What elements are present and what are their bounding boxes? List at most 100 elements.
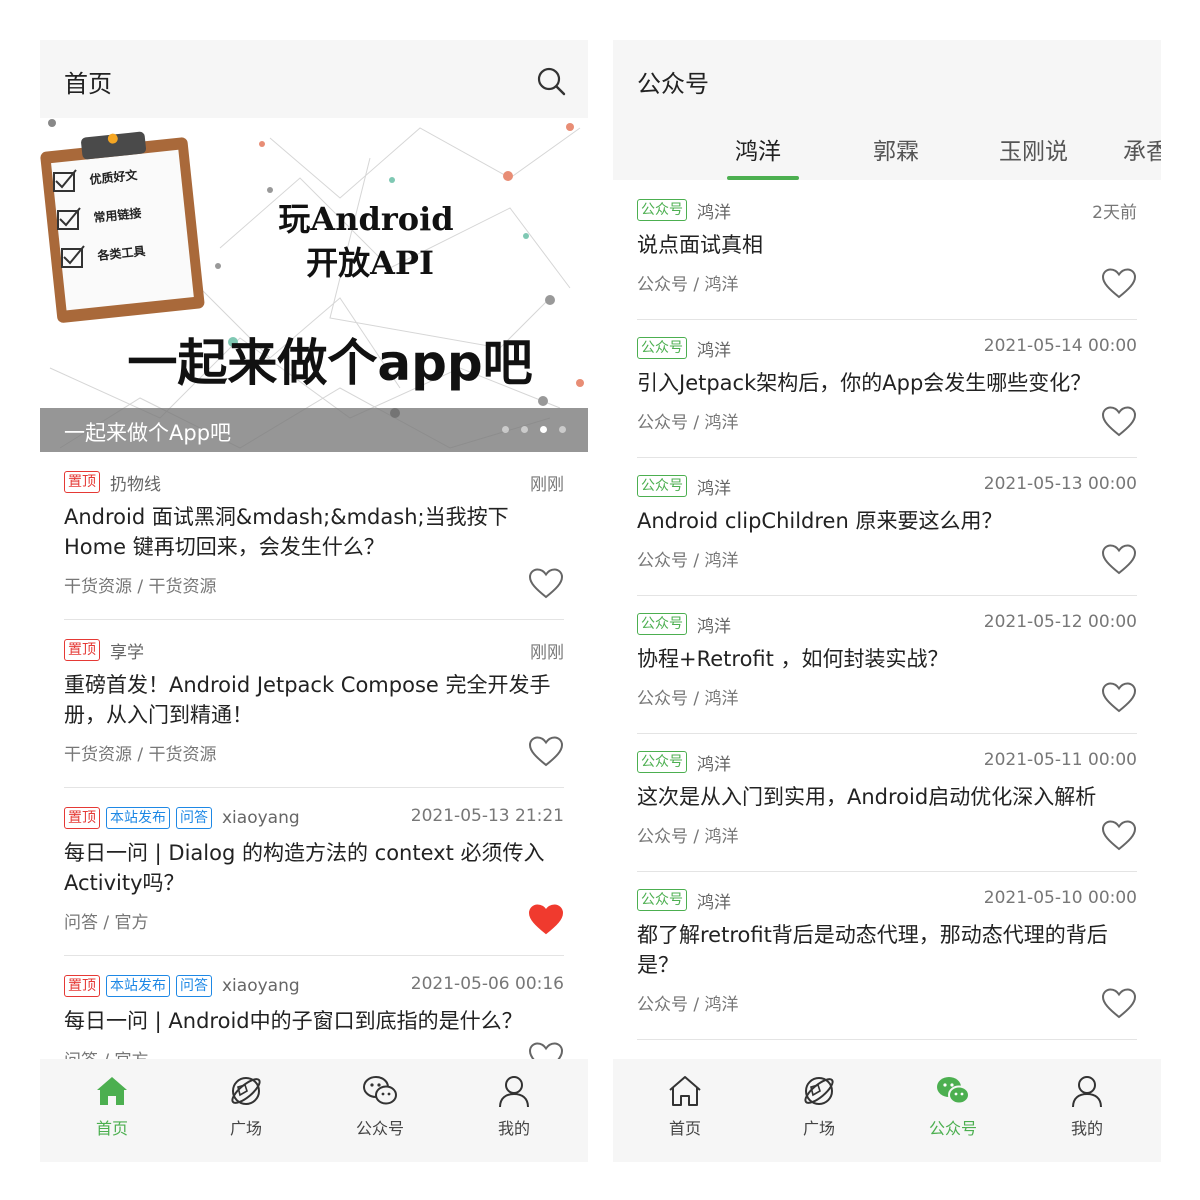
article-category: 公众号 / 鸿洋	[637, 995, 739, 1015]
article-time: 2天前	[1092, 203, 1137, 223]
home-icon	[669, 1076, 701, 1106]
article-title: Android clipChildren 原来要这么用？	[637, 509, 1003, 533]
article-category: 干货资源 / 干货资源	[64, 745, 217, 765]
wechat-icon	[363, 1076, 397, 1105]
banner-image: 优质好文 常用链接 各类工具 玩Android 开放API 一起来做个app吧	[40, 119, 584, 449]
carousel-dot-active[interactable]	[540, 426, 547, 433]
article-list: 公众号 鸿洋 2天前 说点面试真相 公众号 / 鸿洋 公众号 鸿洋 2021-0…	[637, 182, 1137, 1040]
person-icon	[499, 1076, 529, 1108]
person-icon	[1072, 1076, 1102, 1108]
heart-icon[interactable]	[1101, 820, 1137, 852]
article-category: 公众号 / 鸿洋	[637, 551, 739, 571]
page-title: 首页	[64, 70, 112, 98]
heart-icon[interactable]	[1101, 268, 1137, 300]
article-time: 2021-05-06 00:16	[410, 974, 564, 994]
article-author: 扔物线	[110, 474, 161, 495]
badge-wechat: 公众号	[637, 889, 687, 911]
banner-carousel[interactable]: 优质好文 常用链接 各类工具 玩Android 开放API 一起来做个app吧 …	[40, 118, 588, 452]
article-item[interactable]: 置顶 享学 刚刚 重磅首发！Android Jetpack Compose 完全…	[64, 620, 564, 788]
article-time: 2021-05-14 00:00	[983, 336, 1137, 356]
article-item[interactable]: 置顶 扔物线 刚刚 Android 面试黑洞&mdash;&mdash;当我按下…	[64, 452, 564, 620]
article-meta: 置顶 扔物线	[64, 470, 564, 495]
badge-top: 置顶	[64, 471, 100, 493]
article-author: 鸿洋	[697, 892, 731, 913]
badge-wechat: 公众号	[637, 751, 687, 773]
home-titlebar: 首页	[40, 40, 588, 118]
article-item[interactable]: 公众号 鸿洋 2021-05-14 00:00 引入Jetpack架构后，你的A…	[637, 320, 1137, 458]
article-list: 置顶 扔物线 刚刚 Android 面试黑洞&mdash;&mdash;当我按下…	[64, 452, 564, 1096]
article-item[interactable]: 公众号 鸿洋 2021-05-12 00:00 协程+Retrofit ，如何封…	[637, 596, 1137, 734]
bottom-nav: 首页 广场 公众号 我的	[613, 1059, 1161, 1162]
home-icon	[97, 1077, 127, 1105]
article-title: 重磅首发！Android Jetpack Compose 完全开发手册，从入门到…	[64, 673, 551, 727]
article-author: 鸿洋	[697, 340, 731, 361]
nav-label: 首页	[668, 1119, 701, 1138]
search-icon[interactable]	[536, 66, 566, 96]
article-author: 鸿洋	[697, 478, 731, 499]
nav-home[interactable]: 首页	[52, 1073, 172, 1139]
nav-label: 首页	[95, 1119, 128, 1138]
article-item[interactable]: 公众号 鸿洋 2021-05-13 00:00 Android clipChil…	[637, 458, 1137, 596]
badge-site: 本站发布	[106, 807, 170, 829]
heart-icon[interactable]	[528, 736, 564, 768]
nav-label: 公众号	[355, 1119, 404, 1138]
article-title: 引入Jetpack架构后，你的App会发生哪些变化？	[637, 371, 1092, 395]
wechat-titlebar: 公众号 鸿洋 郭霖 玉刚说 承香	[613, 40, 1161, 180]
article-category: 公众号 / 鸿洋	[637, 827, 739, 847]
tab-hongyang[interactable]: 鸿洋	[735, 132, 781, 166]
carousel-dot[interactable]	[521, 426, 528, 433]
article-item[interactable]: 置顶 本站发布 问答 xiaoyang 2021-05-13 21:21 每日一…	[64, 788, 564, 956]
article-author: 鸿洋	[697, 202, 731, 223]
nav-wechat[interactable]: 公众号	[893, 1073, 1013, 1139]
wechat-screen: 公众号 鸿洋 郭霖 玉刚说 承香 公众号 鸿洋 2天前 说点面试真相 公众号 /…	[613, 40, 1161, 1162]
nav-square[interactable]: 广场	[186, 1073, 306, 1139]
article-category: 干货资源 / 干货资源	[64, 577, 217, 597]
tab-chengxiang[interactable]: 承香	[1123, 132, 1161, 166]
heart-icon[interactable]	[1101, 988, 1137, 1020]
article-author: xiaoyang	[222, 976, 300, 996]
article-author: 享学	[110, 642, 144, 663]
nav-wechat[interactable]: 公众号	[320, 1073, 440, 1139]
heart-icon[interactable]	[1101, 406, 1137, 438]
nav-label: 广场	[229, 1119, 262, 1138]
planet-icon	[804, 1077, 834, 1105]
heart-icon[interactable]	[1101, 544, 1137, 576]
nav-label: 公众号	[928, 1119, 977, 1138]
article-title: Android 面试黑洞&mdash;&mdash;当我按下 Home 键再切回…	[64, 505, 509, 559]
page-title: 公众号	[637, 70, 709, 98]
badge-top: 置顶	[64, 807, 100, 829]
bottom-nav: 首页 广场 公众号 我的	[40, 1059, 588, 1162]
heart-icon[interactable]	[528, 568, 564, 600]
wechat-icon	[937, 1077, 970, 1105]
author-tabs: 鸿洋 郭霖 玉刚说 承香	[613, 122, 1161, 182]
tab-guolin[interactable]: 郭霖	[873, 132, 919, 166]
badge-site: 本站发布	[106, 975, 170, 997]
nav-home[interactable]: 首页	[625, 1073, 745, 1139]
article-category: 公众号 / 鸿洋	[637, 275, 739, 295]
nav-label: 我的	[1070, 1119, 1103, 1138]
article-time: 刚刚	[530, 475, 564, 495]
article-author: xiaoyang	[222, 808, 300, 828]
carousel-dot[interactable]	[559, 426, 566, 433]
banner-caption-bar: 一起来做个App吧	[40, 408, 588, 452]
article-item[interactable]: 公众号 鸿洋 2天前 说点面试真相 公众号 / 鸿洋	[637, 182, 1137, 320]
article-title: 都了解retrofit背后是动态代理，那动态代理的背后是？	[637, 923, 1108, 977]
article-time: 刚刚	[530, 643, 564, 663]
banner-subheadline: 开放API	[306, 244, 434, 282]
tab-yugangshuo[interactable]: 玉刚说	[999, 132, 1068, 166]
badge-wechat: 公众号	[637, 613, 687, 635]
badge-wechat: 公众号	[637, 199, 687, 221]
nav-mine[interactable]: 我的	[1027, 1073, 1147, 1139]
nav-mine[interactable]: 我的	[454, 1073, 574, 1139]
article-item[interactable]: 公众号 鸿洋 2021-05-11 00:00 这次是从入门到实用，Androi…	[637, 734, 1137, 872]
article-item[interactable]: 公众号 鸿洋 2021-05-10 00:00 都了解retrofit背后是动态…	[637, 872, 1137, 1040]
tab-indicator	[727, 176, 799, 180]
heart-filled-icon[interactable]	[528, 904, 564, 936]
article-author: 鸿洋	[697, 754, 731, 775]
heart-icon[interactable]	[1101, 682, 1137, 714]
article-title: 这次是从入门到实用，Android启动优化深入解析	[637, 785, 1097, 809]
carousel-dots	[502, 426, 566, 433]
nav-square[interactable]: 广场	[759, 1073, 879, 1139]
article-time: 2021-05-13 00:00	[983, 474, 1137, 494]
carousel-dot[interactable]	[502, 426, 509, 433]
